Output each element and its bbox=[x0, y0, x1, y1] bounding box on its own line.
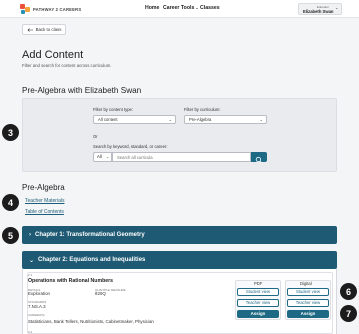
user-menu-chevron-icon[interactable]: ⌄ bbox=[335, 5, 338, 10]
search-input[interactable] bbox=[112, 152, 251, 162]
page-title: Add Content bbox=[22, 49, 84, 61]
content-type-value: All content bbox=[98, 117, 118, 122]
callout-badge-4: 4 bbox=[2, 194, 19, 211]
logo-text: PATHWAY 2 CAREERS bbox=[33, 6, 82, 12]
nav-classes[interactable]: Classes bbox=[200, 5, 220, 11]
lesson-title: Operations with Rational Numbers bbox=[28, 278, 114, 284]
search-label: Search by keyword, standard, or career: bbox=[93, 144, 168, 149]
callout-badge-5: 5 bbox=[2, 227, 19, 244]
next-lesson-number: 2.2 bbox=[28, 330, 33, 334]
chapter-1-label: Chapter 1: Transformational Geometry bbox=[35, 232, 145, 238]
user-name: Elizabeth Swan bbox=[303, 9, 334, 14]
table-of-contents-link[interactable]: Table of Contents bbox=[25, 209, 64, 215]
nav-career-tools-label: Career Tools bbox=[163, 5, 195, 11]
search-scope-select[interactable]: All ⌄ bbox=[93, 152, 112, 162]
pdf-format-label: PDF bbox=[254, 281, 263, 286]
top-navigation-bar: PATHWAY 2 CAREERS Home Career Tools⌄ Cla… bbox=[0, 0, 359, 18]
curriculum-value: Pre-Algebra bbox=[189, 117, 212, 122]
pdf-student-view-button[interactable]: Student view bbox=[237, 288, 279, 296]
digital-student-view-button[interactable]: Student view bbox=[287, 288, 329, 296]
logo-mark-icon bbox=[20, 4, 30, 14]
class-title: Pre-Algebra with Elizabeth Swan bbox=[22, 86, 142, 95]
teacher-materials-link[interactable]: Teacher Materials bbox=[25, 198, 64, 204]
content-type-label: Filter by content type: bbox=[93, 107, 134, 112]
content-type-select[interactable]: All content ⌄ bbox=[93, 115, 176, 124]
page-subtitle: Filter and search for content across cur… bbox=[22, 63, 112, 68]
curriculum-label: Filter by curriculum: bbox=[184, 107, 221, 112]
chapter-1-accordion[interactable]: › Chapter 1: Transformational Geometry bbox=[22, 226, 337, 244]
careers-label: Career(s) bbox=[28, 313, 45, 317]
search-button[interactable] bbox=[251, 152, 267, 163]
chevron-down-icon: ⌄ bbox=[195, 5, 199, 10]
search-icon bbox=[255, 156, 262, 163]
arrow-left-icon bbox=[27, 27, 33, 32]
pdf-teacher-view-button[interactable]: Teacher view bbox=[237, 299, 279, 307]
chapter-2-accordion[interactable]: ⌄ Chapter 2: Equations and Inequalities bbox=[22, 251, 337, 269]
back-to-class-button[interactable]: Back to class bbox=[22, 24, 66, 35]
callout-badge-7: 7 bbox=[340, 305, 357, 322]
chevron-down-icon: ⌄ bbox=[259, 117, 263, 122]
chapter-2-label: Chapter 2: Equations and Inequalities bbox=[38, 257, 146, 263]
search-scope-value: All bbox=[97, 154, 102, 159]
digital-format-label: Digital bbox=[300, 281, 312, 286]
quantile-value: 820Q bbox=[95, 291, 106, 296]
chevron-down-icon: ⌄ bbox=[29, 257, 35, 264]
chevron-down-icon: ⌄ bbox=[105, 155, 109, 159]
nav-home[interactable]: Home bbox=[145, 5, 159, 11]
digital-assign-button[interactable]: Assign bbox=[287, 310, 329, 318]
curriculum-title: Pre-Algebra bbox=[22, 183, 65, 192]
back-to-class-label: Back to class bbox=[35, 27, 62, 32]
or-divider-text: Or bbox=[93, 134, 98, 139]
curriculum-select[interactable]: Pre-Algebra ⌄ bbox=[184, 115, 267, 124]
pathway-logo[interactable]: PATHWAY 2 CAREERS bbox=[20, 4, 81, 14]
nav-career-tools[interactable]: Career Tools⌄ bbox=[163, 5, 199, 11]
lesson-number: 2.1 bbox=[28, 273, 33, 277]
standards-value: 7.NS.A.3 bbox=[28, 304, 46, 309]
details-value: Exploration bbox=[28, 291, 50, 296]
chevron-down-icon: ⌄ bbox=[168, 117, 172, 122]
callout-badge-3: 3 bbox=[2, 124, 19, 141]
pdf-assign-button[interactable]: Assign bbox=[237, 310, 279, 318]
chevron-right-icon: › bbox=[29, 232, 31, 238]
digital-teacher-view-button[interactable]: Teacher view bbox=[287, 299, 329, 307]
callout-badge-6: 6 bbox=[340, 283, 357, 300]
careers-value: Statisticians, Bank Tellers, Nutritionis… bbox=[28, 319, 154, 324]
